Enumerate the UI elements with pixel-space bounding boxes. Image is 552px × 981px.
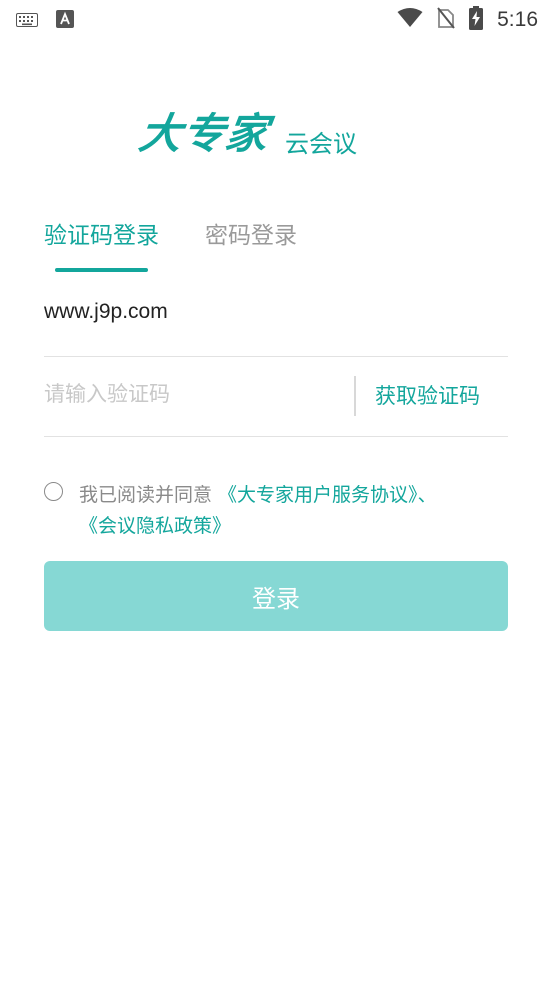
agreement-text: 我已阅读并同意 《大专家用户服务协议》、《会议隐私政策》 — [79, 480, 519, 542]
app-logo: 大专家 云会议 — [136, 100, 358, 161]
tab-password-login-label: 密码登录 — [205, 223, 297, 249]
get-code-button[interactable]: 获取验证码 — [375, 380, 480, 410]
status-bar: 5:16 — [0, 0, 552, 38]
logo-brand: 大专家 — [136, 109, 273, 158]
logo-subtitle: 云会议 — [285, 130, 358, 158]
verification-code-input[interactable] — [44, 376, 334, 412]
phone-value: www.j9p.com — [44, 300, 168, 323]
agreement-prefix: 我已阅读并同意 — [79, 484, 219, 506]
tab-sms-login[interactable]: 验证码登录 — [44, 216, 159, 272]
verification-code-row: 获取验证码 — [44, 356, 508, 437]
status-time: 5:16 — [497, 8, 538, 31]
battery-charging-icon — [469, 6, 484, 34]
login-screen: 5:16 大专家 云会议 验证码登录 密码登录 www.j9p.com 获取验证… — [0, 0, 552, 981]
active-tab-indicator — [55, 268, 148, 272]
no-sim-icon — [437, 7, 455, 33]
wifi-icon — [397, 8, 423, 32]
user-agreement-link[interactable]: 《大专家用户服务协议》 — [218, 484, 418, 506]
phone-field[interactable]: www.j9p.com — [44, 290, 508, 357]
agreement-radio[interactable] — [44, 482, 63, 501]
tab-sms-login-label: 验证码登录 — [44, 223, 159, 249]
privacy-policy-link[interactable]: 《会议隐私政策》 — [79, 515, 231, 537]
text-a-icon — [56, 10, 74, 32]
tab-password-login[interactable]: 密码登录 — [205, 216, 297, 262]
field-divider — [354, 376, 356, 416]
login-tabs: 验证码登录 密码登录 — [44, 216, 297, 272]
keyboard-icon — [16, 12, 38, 31]
agreement-separator: 、 — [417, 484, 437, 506]
login-button[interactable]: 登录 — [44, 561, 508, 631]
